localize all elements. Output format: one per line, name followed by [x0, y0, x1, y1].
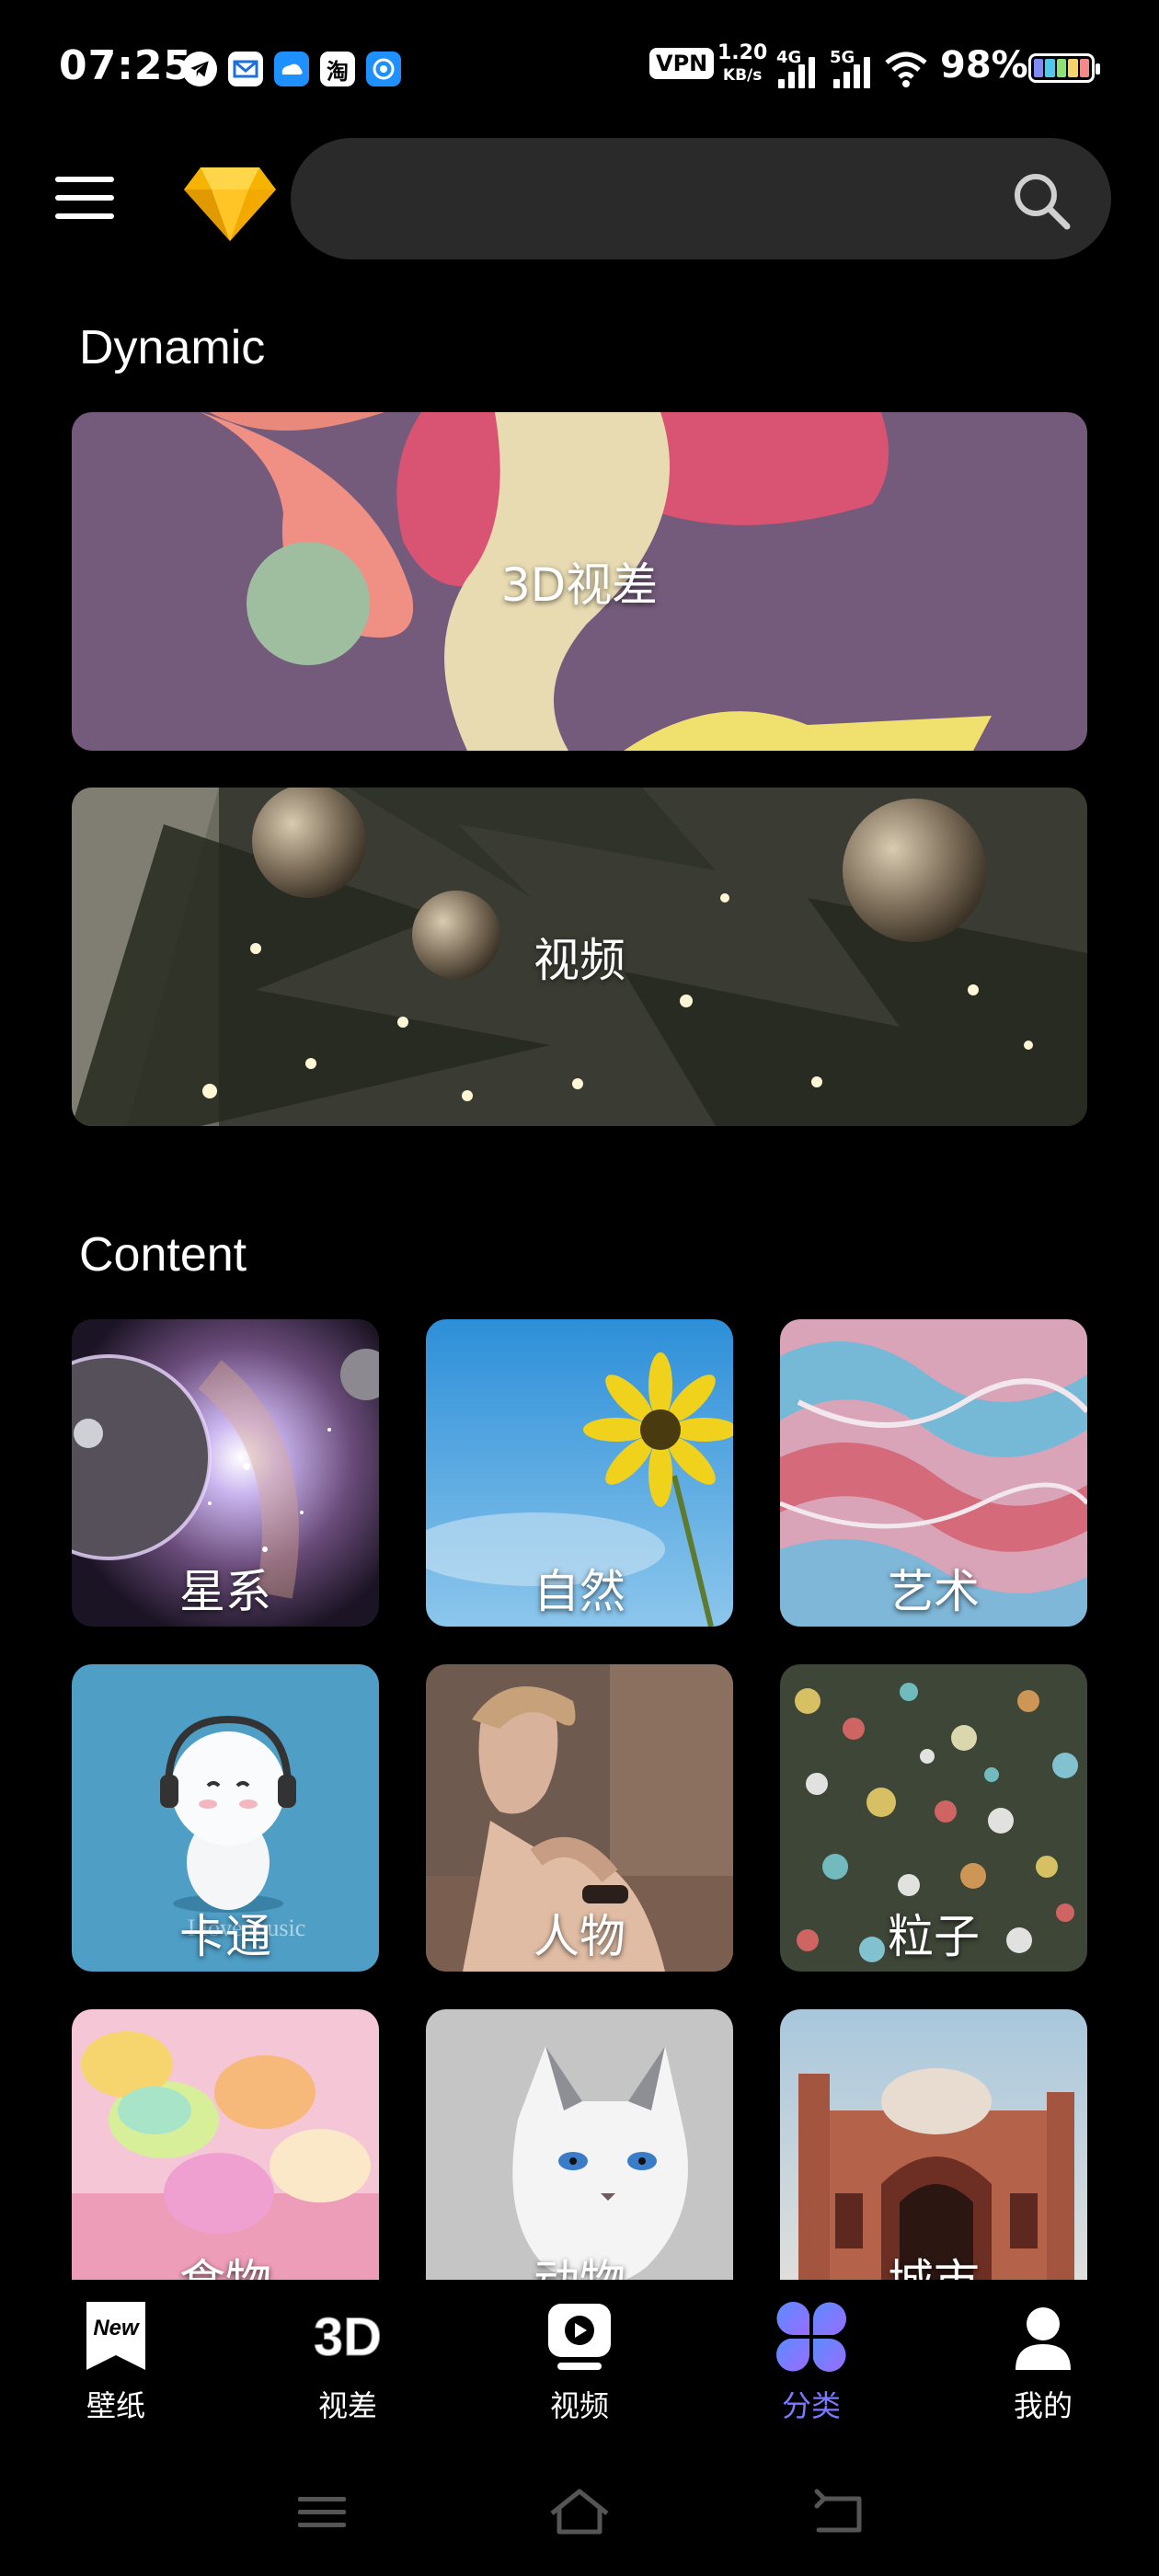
menu-icon[interactable] — [285, 2478, 359, 2545]
svg-text:New: New — [93, 2316, 140, 2340]
category-label-food: 食物 — [72, 2245, 379, 2280]
category-label-cartoon: 卡通 — [179, 1910, 271, 1963]
category-tile-art[interactable]: 艺术 — [780, 1319, 1087, 1627]
four-petal-icon — [776, 2302, 846, 2372]
banner-3d-parallax-label: 3D视差 — [500, 558, 659, 612]
nav-wallpaper[interactable]: New 壁纸 — [24, 2298, 208, 2425]
home-icon[interactable] — [543, 2478, 616, 2545]
content-section-title: Content — [79, 1228, 247, 1282]
new-badge-icon: New — [86, 2302, 145, 2370]
search-input[interactable] — [337, 169, 981, 228]
category-label-city: 城市 — [780, 2245, 1087, 2280]
category-tile-nature[interactable]: 自然 — [426, 1319, 733, 1627]
dynamic-section-title: Dynamic — [79, 321, 266, 374]
browser-icon — [366, 52, 401, 86]
nav-parallax-label: 视差 — [317, 2388, 377, 2423]
category-tile-galaxy[interactable]: 星系 — [72, 1319, 379, 1627]
category-label-animals: 动物 — [426, 2245, 733, 2280]
wifi-icon — [883, 48, 929, 92]
svg-text:3D: 3D — [314, 2307, 382, 2367]
category-label-nature: 自然 — [534, 1565, 625, 1618]
nav-category[interactable]: 分类 — [719, 2298, 903, 2425]
back-icon[interactable] — [800, 2478, 874, 2545]
mail-icon — [228, 52, 263, 86]
taobao-icon: 淘 — [320, 52, 355, 86]
category-grid: 星系 自然 艺术 I love music 卡通 人物 粒子 — [0, 1316, 1159, 2280]
signal-4g-icon — [778, 52, 815, 88]
nav-parallax[interactable]: 3D 视差 — [256, 2298, 440, 2425]
category-tile-cartoon[interactable]: I love music 卡通 — [72, 1664, 379, 1972]
nav-profile-label: 我的 — [1013, 2388, 1073, 2423]
diamond-icon[interactable] — [182, 164, 278, 243]
category-label-art: 艺术 — [888, 1565, 980, 1618]
cloud-icon — [274, 52, 309, 86]
bottom-navigation: New 壁纸 3D 视差 视频 分类 我的 — [0, 2280, 1159, 2447]
category-label-particles: 粒子 — [888, 1910, 980, 1963]
category-tile-food[interactable]: 食物 — [72, 2009, 379, 2280]
hamburger-icon[interactable] — [55, 177, 114, 219]
mosque-art — [780, 2009, 1087, 2280]
banner-video-label: 视频 — [534, 934, 625, 987]
network-speed: 1.20 KB/s — [717, 41, 768, 86]
signal-5g-icon — [833, 52, 870, 88]
status-bar: 07:25 淘 VPN 1.20 KB/s 4G 5G 98% — [0, 0, 1159, 138]
battery-icon — [1028, 53, 1100, 83]
nav-wallpaper-label: 壁纸 — [86, 2388, 145, 2423]
nav-video-label: 视频 — [549, 2388, 609, 2423]
macaron-art — [72, 2009, 379, 2280]
status-time: 07:25 — [59, 42, 193, 89]
category-tile-city[interactable]: 城市 — [780, 2009, 1087, 2280]
vpn-badge: VPN — [649, 48, 715, 79]
cat-art — [426, 2009, 733, 2280]
nav-video[interactable]: 视频 — [488, 2298, 671, 2425]
nav-profile[interactable]: 我的 — [951, 2298, 1135, 2425]
category-tile-people[interactable]: 人物 — [426, 1664, 733, 1972]
banner-video[interactable]: 视频 — [72, 788, 1087, 1126]
category-tile-animals[interactable]: 动物 — [426, 2009, 733, 2280]
banner-3d-parallax[interactable]: 3D视差 — [72, 412, 1087, 751]
battery-percentage: 98% — [940, 44, 1028, 86]
play-icon — [548, 2304, 611, 2370]
category-label-galaxy: 星系 — [179, 1565, 271, 1618]
telegram-icon — [182, 52, 217, 86]
3d-icon: 3D — [313, 2307, 382, 2368]
search-bar[interactable] — [291, 138, 1111, 259]
category-label-people: 人物 — [534, 1910, 625, 1963]
category-tile-particles[interactable]: 粒子 — [780, 1664, 1087, 1972]
person-icon — [1016, 2307, 1071, 2370]
system-navigation-bar — [0, 2447, 1159, 2576]
nav-category-label: 分类 — [781, 2388, 841, 2423]
search-icon[interactable] — [1010, 169, 1073, 232]
